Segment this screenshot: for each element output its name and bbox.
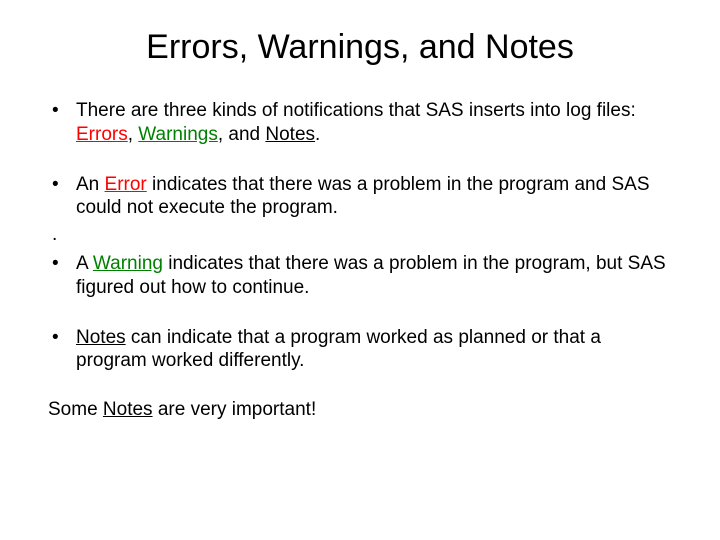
warning-word: Warning xyxy=(93,253,163,274)
notes-word: Notes xyxy=(76,327,126,348)
bullet-text-1: There are three kinds of notifications t… xyxy=(76,99,672,147)
b2-t1: An xyxy=(76,174,105,195)
bullet-item-2: • An Error indicates that there was a pr… xyxy=(48,173,672,221)
closing-line: Some Notes are very important! xyxy=(48,399,672,421)
b1-sep1: , xyxy=(128,124,139,145)
bullet-mark: • xyxy=(48,252,76,300)
bullet-mark: • xyxy=(48,326,76,374)
bullet-text-4: Notes can indicate that a program worked… xyxy=(76,326,672,374)
b3-t2: indicates that there was a problem in th… xyxy=(76,253,666,298)
bullet-item-1: • There are three kinds of notifications… xyxy=(48,99,672,147)
b3-t1: A xyxy=(76,253,93,274)
page-title: Errors, Warnings, and Notes xyxy=(48,28,672,67)
b1-t1: There are three kinds of notifications t… xyxy=(76,100,636,121)
error-word: Error xyxy=(105,174,147,195)
bullet-text-3: A Warning indicates that there was a pro… xyxy=(76,252,672,300)
bullet-mark: • xyxy=(48,173,76,221)
closing-t1: Some xyxy=(48,399,103,420)
bullet-item-3: • A Warning indicates that there was a p… xyxy=(48,252,672,300)
b2-t2: indicates that there was a problem in th… xyxy=(76,174,650,219)
b4-t1: can indicate that a program worked as pl… xyxy=(76,327,601,372)
closing-t2: are very important! xyxy=(153,399,317,420)
bullet-mark: • xyxy=(48,99,76,147)
warnings-word: Warnings xyxy=(138,124,218,145)
notes-word: Notes xyxy=(103,399,153,420)
bullet-item-4: • Notes can indicate that a program work… xyxy=(48,326,672,374)
errors-word: Errors xyxy=(76,124,128,145)
notes-word: Notes xyxy=(265,124,315,145)
bullet-text-2: An Error indicates that there was a prob… xyxy=(76,173,672,221)
b1-sep2: , and xyxy=(218,124,266,145)
stray-dot: . xyxy=(48,224,672,246)
b1-end: . xyxy=(315,124,320,145)
